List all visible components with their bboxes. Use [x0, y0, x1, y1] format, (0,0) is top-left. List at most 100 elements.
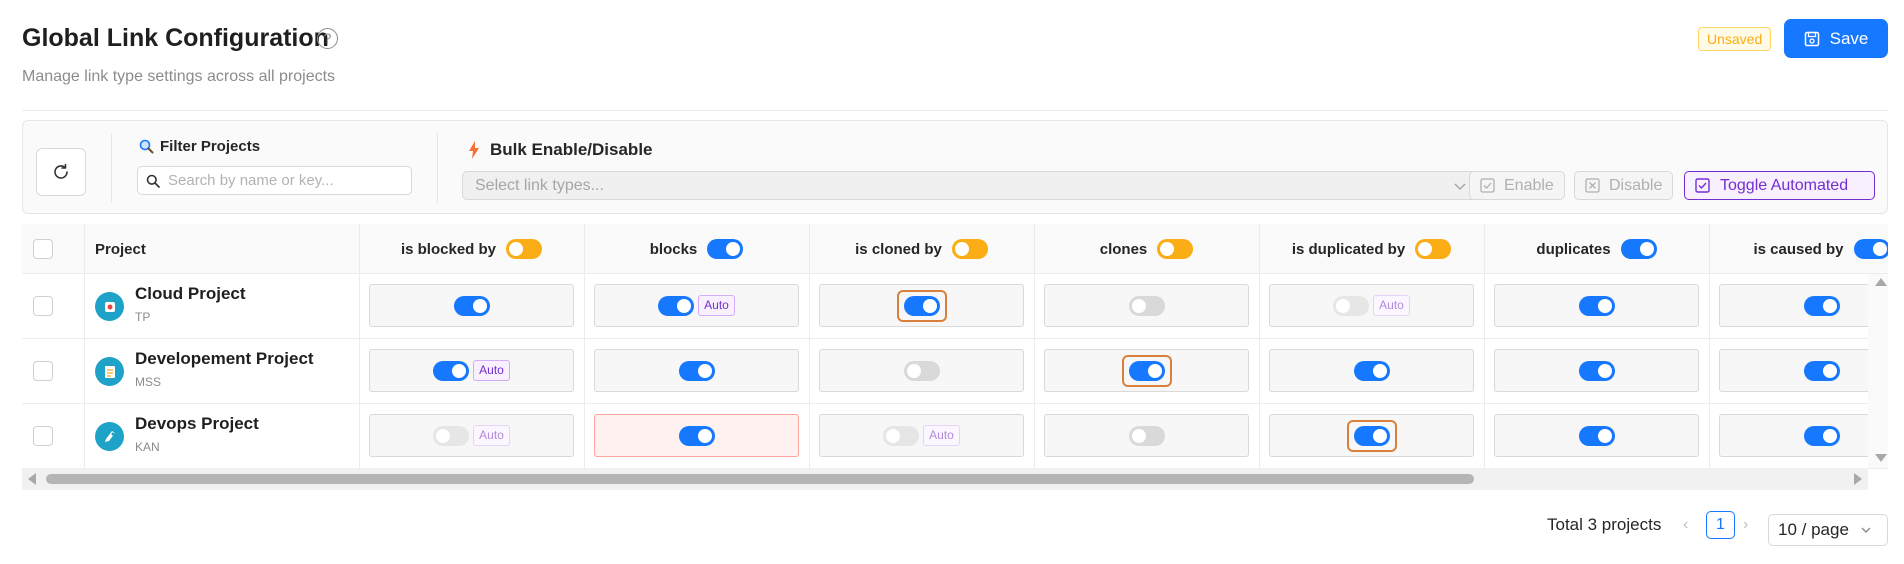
toggle-switch[interactable]	[1128, 360, 1165, 381]
toggle-switch[interactable]	[883, 425, 920, 446]
toggle-switch[interactable]	[1578, 425, 1615, 446]
vertical-scrollbar[interactable]	[1868, 274, 1888, 468]
toggle-switch[interactable]	[433, 425, 470, 446]
page-subtitle: Manage link type settings across all pro…	[22, 68, 336, 85]
header-divider	[22, 110, 1888, 111]
changed-toggle-highlight	[1346, 419, 1397, 452]
column-toggle[interactable]	[506, 239, 543, 259]
refresh-icon	[54, 163, 68, 179]
column-toggle[interactable]	[1620, 239, 1657, 259]
select-all-checkbox[interactable]	[33, 239, 53, 259]
prev-page-button[interactable]: ‹	[1683, 516, 1688, 534]
help-icon[interactable]: ?	[317, 28, 338, 49]
toggle-knob	[1418, 242, 1433, 256]
column-header-clones: clones	[1034, 224, 1259, 274]
toggle-switch[interactable]	[1333, 295, 1370, 316]
link-cell	[1269, 414, 1474, 457]
toggle-switch[interactable]	[433, 360, 470, 381]
total-count: Total 3 projects	[1547, 515, 1662, 534]
toggle-switch[interactable]	[658, 295, 695, 316]
link-config-table: Project is blocked by blocks is cloned by c…	[22, 224, 1888, 490]
toggle-switch[interactable]	[678, 425, 715, 446]
column-header-is-cloned-by: is cloned by	[809, 224, 1034, 274]
toggle-knob	[452, 363, 467, 378]
horizontal-scroll-thumb[interactable]	[46, 474, 1474, 484]
page-title: Global Link Configuration	[22, 24, 329, 52]
toggle-switch[interactable]	[1803, 360, 1840, 381]
toggle-switch[interactable]	[1803, 425, 1840, 446]
link-cell	[594, 414, 799, 457]
toggle-knob	[1131, 428, 1146, 443]
toggle-switch[interactable]	[1353, 360, 1390, 381]
auto-tag: Auto	[473, 425, 510, 446]
link-cell: Auto	[369, 349, 574, 392]
link-cell	[819, 284, 1024, 327]
scroll-down-arrow[interactable]	[1875, 454, 1887, 462]
column-toggle[interactable]	[1853, 239, 1888, 259]
cloud-project-icon	[95, 292, 124, 321]
toggle-knob	[1131, 298, 1146, 313]
search-box[interactable]	[137, 166, 412, 195]
column-toggle[interactable]	[1415, 239, 1452, 259]
toggle-automated-button[interactable]: Toggle Automated	[1684, 171, 1875, 200]
unsaved-badge: Unsaved	[1698, 27, 1772, 51]
toggle-knob	[1597, 428, 1612, 443]
project-key: TP	[135, 310, 151, 324]
toggle-knob	[726, 242, 741, 256]
horizontal-scrollbar[interactable]	[22, 468, 1868, 490]
magnifier-icon	[139, 139, 154, 154]
column-header-project: Project	[95, 240, 146, 258]
next-page-button[interactable]: ›	[1743, 516, 1748, 534]
column-toggle[interactable]	[707, 239, 744, 259]
column-toggle[interactable]	[1157, 239, 1194, 259]
toggle-knob	[1336, 298, 1351, 313]
toggle-switch[interactable]	[1353, 425, 1390, 446]
toggle-switch[interactable]	[903, 360, 940, 381]
refresh-button[interactable]	[36, 148, 86, 196]
save-icon	[1804, 31, 1819, 46]
table-row: Developement Project MSS Auto	[22, 339, 1888, 404]
scroll-up-arrow[interactable]	[1875, 278, 1887, 286]
link-type-select[interactable]: Select link types...	[462, 171, 1481, 200]
toolbar-separator	[437, 133, 438, 203]
chevron-down-icon	[1454, 183, 1466, 191]
save-button-label: Save	[1829, 28, 1869, 48]
page-1-button[interactable]: 1	[1706, 511, 1735, 539]
toggle-switch[interactable]	[1128, 425, 1165, 446]
link-cell	[819, 349, 1024, 392]
toggle-knob	[1597, 298, 1612, 313]
toggle-switch[interactable]	[1128, 295, 1165, 316]
row-checkbox[interactable]	[33, 296, 53, 316]
toggle-knob	[677, 298, 692, 313]
column-toggle[interactable]	[951, 239, 988, 259]
toggle-knob	[1147, 363, 1162, 378]
link-cell	[1494, 414, 1699, 457]
toggle-switch[interactable]	[903, 295, 940, 316]
enable-button[interactable]: Enable	[1469, 171, 1565, 200]
row-checkbox[interactable]	[33, 426, 53, 446]
toggle-knob	[954, 242, 969, 256]
toggle-switch[interactable]	[1578, 295, 1615, 316]
toggle-switch[interactable]	[1578, 360, 1615, 381]
column-divider	[84, 224, 85, 468]
column-header-is-caused-by: is caused by	[1709, 224, 1888, 274]
toggle-knob	[1372, 363, 1387, 378]
search-icon	[146, 174, 160, 188]
toggle-knob	[697, 428, 712, 443]
scroll-right-arrow[interactable]	[1854, 473, 1862, 485]
link-cell	[594, 349, 799, 392]
search-input[interactable]	[168, 172, 398, 189]
auto-tag: Auto	[1373, 295, 1410, 316]
toggle-switch[interactable]	[678, 360, 715, 381]
toggle-switch[interactable]	[1803, 295, 1840, 316]
scroll-left-arrow[interactable]	[28, 473, 36, 485]
table-row: Devops Project KAN Auto Auto	[22, 404, 1888, 469]
disable-button[interactable]: Disable	[1574, 171, 1674, 200]
page-size-select[interactable]: 10 / page	[1768, 514, 1888, 546]
save-button[interactable]: Save	[1784, 19, 1888, 58]
link-cell: Auto	[369, 414, 574, 457]
checkbox-check-icon	[1480, 178, 1495, 193]
toggle-switch[interactable]	[453, 295, 490, 316]
checkbox-check-icon	[1695, 178, 1710, 193]
row-checkbox[interactable]	[33, 361, 53, 381]
